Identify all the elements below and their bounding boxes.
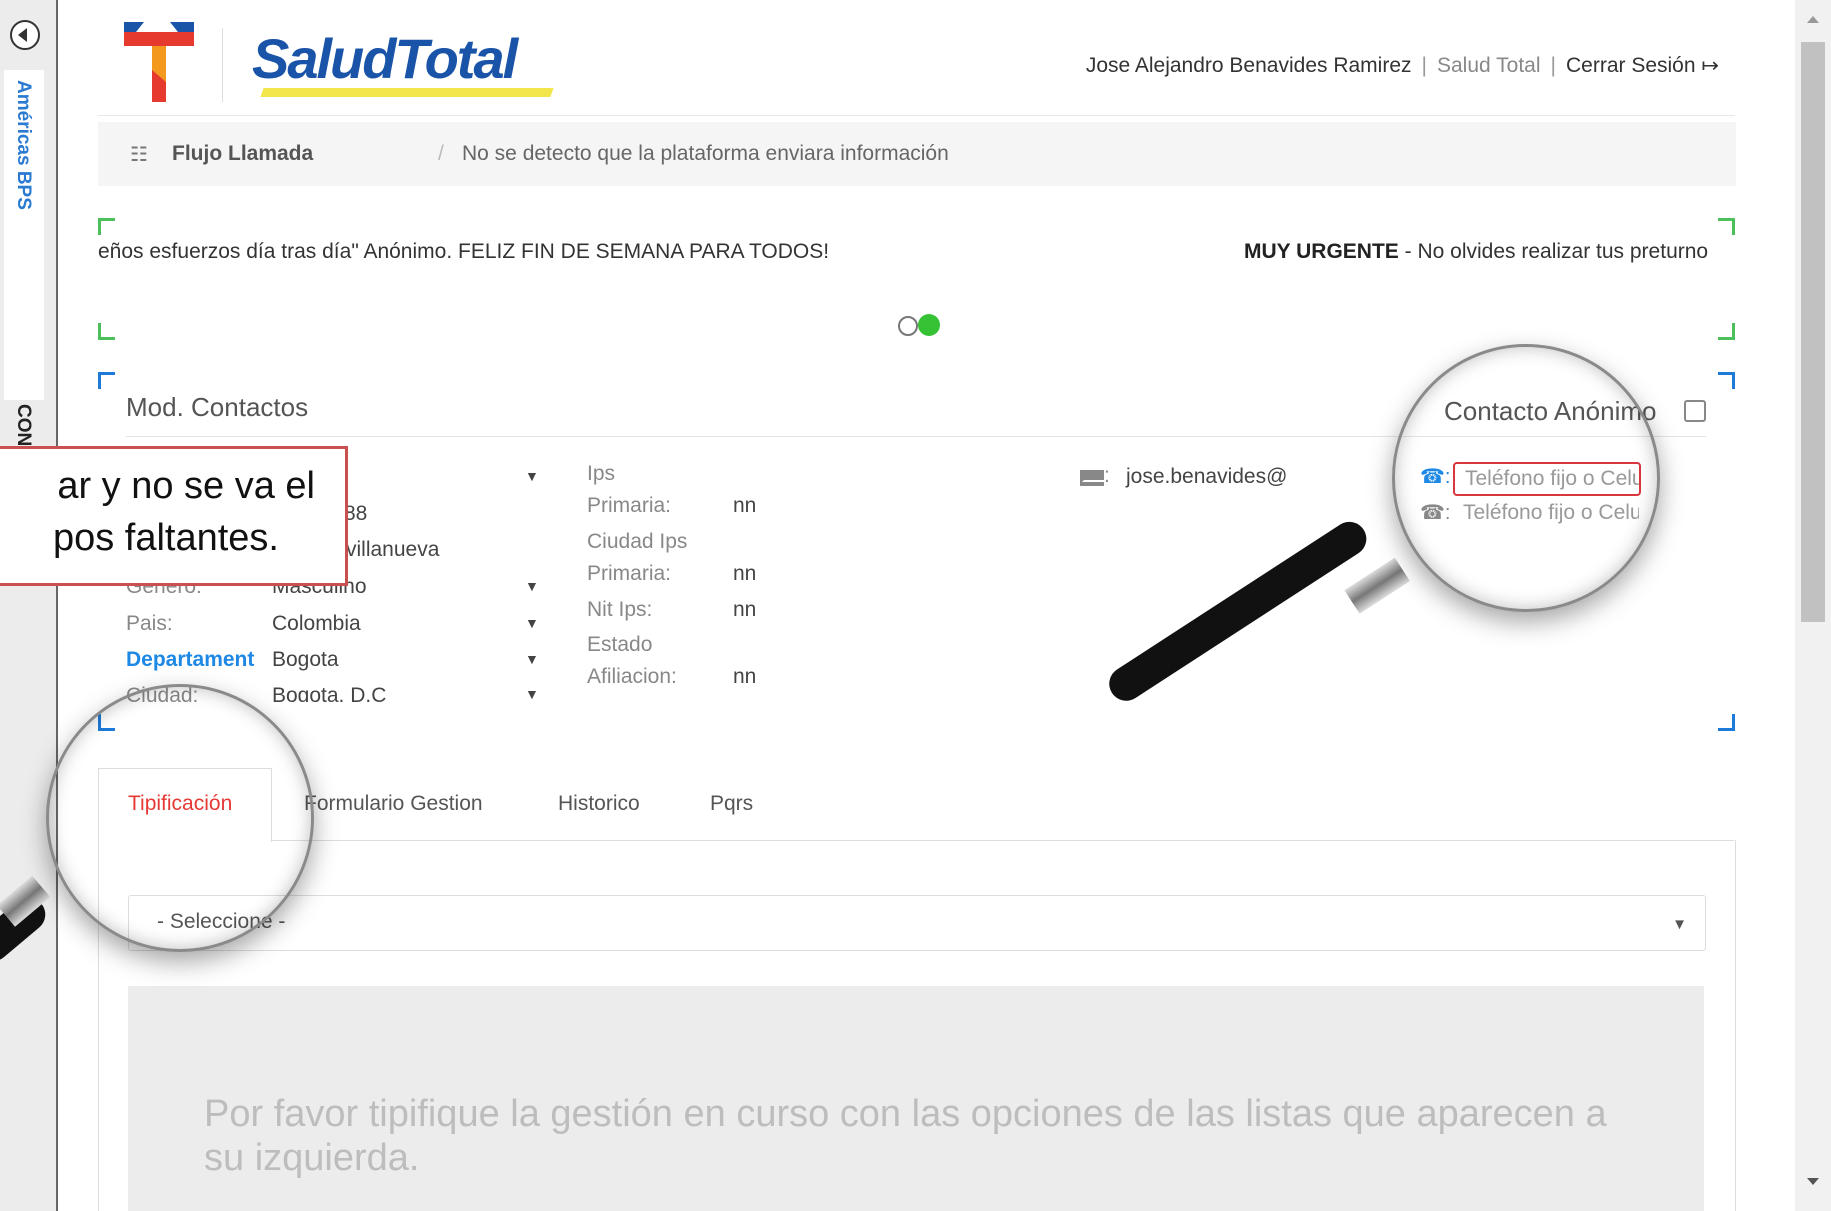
ticker-bracket-br xyxy=(1718,323,1735,340)
annotation-callout: ar y no se va el pos faltantes. xyxy=(0,446,348,586)
ticker-dot-active[interactable] xyxy=(918,314,940,336)
breadcrumb-separator: / xyxy=(438,142,444,165)
dropdown-arrow-icon[interactable]: ▼ xyxy=(525,686,539,702)
ticker-urgent-label: MUY URGENTE xyxy=(1244,240,1399,263)
side-tab-americas-bps[interactable]: Américas BPS xyxy=(4,70,44,400)
contacts-module-title: Mod. Contactos xyxy=(126,392,309,422)
side-tab-label: CON xyxy=(13,404,34,447)
callout-line-2: pos faltantes. xyxy=(52,517,279,559)
affiliation-value: nn xyxy=(733,665,757,688)
ticker-dot-inactive[interactable] xyxy=(898,316,918,336)
ips-city-value: nn xyxy=(733,562,757,585)
magnifier-glass-icon xyxy=(46,684,314,952)
affiliation-label: Afiliacion: xyxy=(587,665,677,688)
ips-nit-label: Nit Ips: xyxy=(587,598,653,621)
separator: | xyxy=(1421,54,1427,77)
callout-line-1: ar y no se va el xyxy=(57,465,315,507)
department-label: Departament xyxy=(126,648,255,671)
contacts-bracket-tl xyxy=(98,372,115,389)
left-side-strip: Américas BPS CON xyxy=(0,0,58,1211)
country-label: Pais: xyxy=(126,612,173,635)
ticker-message-2: MUY URGENTE - No olvides realizar tus pr… xyxy=(1244,240,1708,264)
tab-historico[interactable]: Historico xyxy=(558,792,640,816)
breadcrumb-home[interactable]: Flujo Llamada xyxy=(172,142,313,166)
magnifier-handle xyxy=(1102,515,1373,708)
logout-label: Cerrar Sesión xyxy=(1565,54,1696,77)
info-box: Por favor tipifique la gestión en curso … xyxy=(128,986,1704,1211)
breadcrumb-current: No se detecto que la plataforma enviara … xyxy=(462,142,949,165)
ips-label: Ips xyxy=(587,462,616,485)
dropdown-arrow-icon[interactable]: ▼ xyxy=(525,615,539,631)
header-user-links: Jose Alejandro Benavides Ramirez | Salud T… xyxy=(1086,53,1719,78)
dropdown-arrow-icon[interactable]: ▼ xyxy=(525,651,539,667)
ips-city-label: Primaria: xyxy=(587,562,672,585)
anonymous-contact-checkbox[interactable] xyxy=(1684,400,1706,422)
dropdown-arrow-icon[interactable]: ▼ xyxy=(525,468,539,484)
scroll-down-arrow-icon[interactable] xyxy=(1807,1178,1819,1185)
ips-city-label: Ciudad Ips xyxy=(587,530,688,553)
scroll-up-arrow-icon[interactable] xyxy=(1807,16,1819,23)
separator: | xyxy=(1550,54,1556,77)
ticker-bracket-tr xyxy=(1718,218,1735,235)
ticker-urgent-text: - No olvides realizar tus preturno xyxy=(1398,240,1709,263)
vertical-scrollbar[interactable] xyxy=(1795,0,1831,1211)
ticker-message-1: eños esfuerzos día tras día" Anónimo. FE… xyxy=(98,240,830,263)
affiliation-label: Estado xyxy=(587,633,653,656)
tab-formulario-gestion[interactable]: Formulario Gestion xyxy=(304,792,483,816)
magnifier-ferrule xyxy=(1344,557,1410,614)
city-value[interactable]: Bogota, D.C xyxy=(272,684,386,702)
ips-value: nn xyxy=(733,494,757,517)
department-value[interactable]: Bogota xyxy=(272,648,339,672)
news-ticker: eños esfuerzos día tras día" Anónimo. FE… xyxy=(98,240,1736,270)
contacts-bracket-br xyxy=(1718,714,1735,731)
ticker-bracket-bl xyxy=(98,323,115,340)
company-link[interactable]: Salud Total xyxy=(1437,54,1541,77)
chevron-down-icon: ▼ xyxy=(1672,916,1687,933)
logout-icon: ↦ xyxy=(1701,54,1719,77)
collapse-panel-icon[interactable] xyxy=(10,20,40,50)
logo-divider xyxy=(222,28,223,102)
tipificacion-select[interactable]: - Seleccione - ▼ xyxy=(128,895,1706,951)
salud-total-logo-icon xyxy=(124,22,194,102)
contacts-bracket-tr xyxy=(1718,372,1735,389)
tab-pqrs[interactable]: Pqrs xyxy=(710,792,753,816)
header-divider xyxy=(98,115,1735,116)
logout-link[interactable]: Cerrar Sesión ↦ xyxy=(1566,54,1719,77)
sitemap-icon: ☷ xyxy=(130,144,148,166)
field-value: villanueva xyxy=(346,538,440,561)
ticker-bracket-tl xyxy=(98,218,115,235)
brand-logo-text: SaludTotal xyxy=(252,27,518,90)
envelope-icon xyxy=(1080,470,1104,486)
email-value: jose.benavides@ xyxy=(1126,465,1288,488)
breadcrumb: ☷ Flujo Llamada / No se detecto que la p… xyxy=(98,122,1736,186)
colon: : xyxy=(1104,464,1110,487)
ips-nit-value: nn xyxy=(733,598,757,621)
ips-label: Primaria: xyxy=(587,494,672,517)
dropdown-arrow-icon[interactable]: ▼ xyxy=(525,578,539,594)
side-tab-label: Américas BPS xyxy=(13,80,34,210)
country-value[interactable]: Colombia xyxy=(272,612,361,636)
magnifier-glass-icon xyxy=(1392,344,1660,612)
info-message: Por favor tipifique la gestión en curso … xyxy=(204,1093,1607,1179)
scroll-thumb[interactable] xyxy=(1801,42,1825,622)
user-name: Jose Alejandro Benavides Ramirez xyxy=(1085,54,1412,77)
